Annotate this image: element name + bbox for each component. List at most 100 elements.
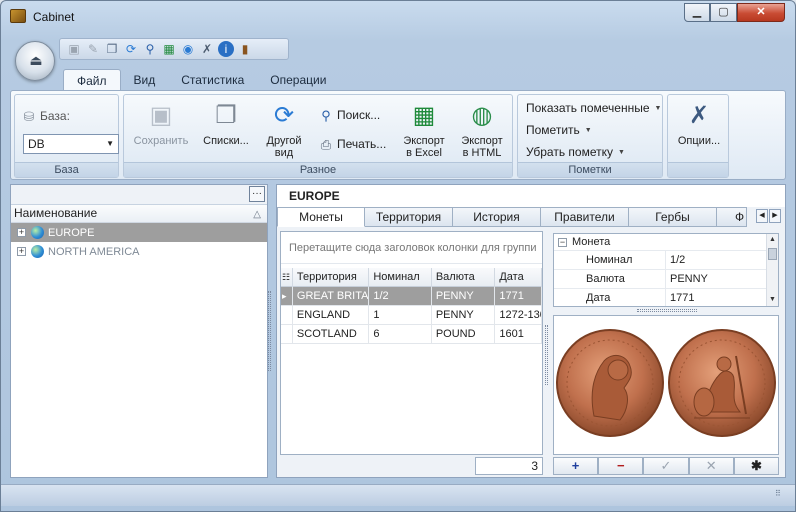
tree-column-header[interactable]: Наименование △ — [11, 205, 267, 223]
table-row[interactable]: SCOTLAND 6 POUND 1601 — [281, 325, 542, 344]
horizontal-splitter[interactable] — [637, 309, 697, 312]
mark-button[interactable]: Пометить ▼ — [526, 123, 592, 137]
scroll-down-icon[interactable]: ▼ — [767, 294, 778, 306]
export-html-icon[interactable]: ◉ — [180, 41, 196, 57]
property-category[interactable]: − Монета — [554, 234, 778, 251]
coin-image-panel — [553, 315, 779, 455]
table-row[interactable]: ENGLAND 1 PENNY 1272-130 — [281, 306, 542, 325]
grid-splitter[interactable] — [545, 325, 548, 385]
ribbon-group-options: ✗ Опции... — [667, 94, 729, 178]
tab-coats-of-arms[interactable]: Гербы — [629, 207, 717, 227]
save-icon[interactable]: ▣ — [66, 41, 82, 57]
export-excel-button[interactable]: ▦ Экспорт в Excel — [400, 101, 448, 159]
tab-coins[interactable]: Монеты — [277, 207, 365, 227]
floppy-disk-icon: ▣ — [149, 102, 173, 129]
property-row[interactable]: Валюта PENNY — [554, 270, 778, 289]
cell-currency[interactable]: POUND — [432, 325, 496, 344]
show-all-button[interactable]: ✱ — [733, 457, 780, 475]
show-marked-button[interactable]: Показать помеченные ▼ — [526, 101, 661, 115]
exit-door-icon[interactable]: ▮ — [237, 41, 253, 57]
tree-item-label: EUROPE — [48, 227, 95, 239]
chevron-down-icon: ▼ — [106, 139, 114, 148]
confirm-record-button[interactable]: ✓ — [643, 457, 689, 475]
group-by-hint[interactable]: Перетащите сюда заголовок колонки для гр… — [281, 232, 542, 264]
print-button[interactable]: ⎙ Печать... — [318, 137, 387, 153]
tab-scroll-arrows: ◀ ▶ — [756, 209, 781, 223]
column-chooser-icon[interactable]: ☷ — [281, 268, 293, 287]
lists-button[interactable]: ❐ Списки... — [198, 101, 254, 147]
cell-territory[interactable]: SCOTLAND — [293, 325, 370, 344]
tab-statistics[interactable]: Статистика — [168, 69, 257, 91]
cell-nominal[interactable]: 6 — [369, 325, 432, 344]
cell-nominal[interactable]: 1 — [369, 306, 432, 325]
chevron-left-icon[interactable]: ◀ — [756, 209, 768, 223]
cell-date[interactable]: 1272-130 — [495, 306, 542, 325]
scroll-up-icon[interactable]: ▲ — [767, 234, 778, 246]
tree-item-europe[interactable]: + EUROPE — [11, 223, 267, 242]
other-view-label-1: Другой — [266, 135, 302, 147]
property-key: Номинал — [554, 251, 666, 269]
delete-record-button[interactable]: − — [598, 457, 644, 475]
tree-item-north-america[interactable]: + NORTH AMERICA — [11, 242, 267, 261]
property-row[interactable]: Номинал 1/2 — [554, 251, 778, 270]
expand-icon[interactable]: + — [17, 247, 26, 257]
cell-currency[interactable]: PENNY — [432, 287, 496, 306]
cell-currency[interactable]: PENNY — [432, 306, 496, 325]
collapse-icon[interactable]: − — [558, 237, 567, 247]
cell-nominal[interactable]: 1/2 — [369, 287, 432, 306]
export-html-button[interactable]: ◍ Экспорт в HTML — [458, 101, 506, 159]
export-excel-label-1: Экспорт — [403, 135, 445, 147]
chevron-right-icon[interactable]: ▶ — [769, 209, 781, 223]
property-scrollbar[interactable]: ▲ ▼ — [766, 234, 778, 306]
unmark-button[interactable]: Убрать пометку ▼ — [526, 145, 625, 159]
application-menu-button[interactable]: ⏏ — [15, 41, 55, 81]
property-value[interactable]: 1771 — [666, 289, 766, 306]
export-excel-icon[interactable]: ▦ — [161, 41, 177, 57]
resize-grip-icon[interactable]: ⠿ — [775, 490, 787, 503]
row-indicator: ▸ — [281, 287, 293, 306]
other-view-button[interactable]: ⟳ Другой вид — [260, 101, 308, 159]
search-icon[interactable]: ⚲ — [142, 41, 158, 57]
cell-date[interactable]: 1601 — [495, 325, 542, 344]
tab-file[interactable]: Файл — [63, 69, 121, 91]
tab-partial[interactable]: Ф — [717, 207, 747, 227]
add-record-button[interactable]: + — [553, 457, 599, 475]
property-value[interactable]: PENNY — [666, 270, 766, 288]
tree-options-button[interactable]: ··· — [249, 186, 265, 202]
column-header-territory[interactable]: Территория — [293, 268, 370, 287]
refresh-icon[interactable]: ⟳ — [123, 41, 139, 57]
column-header-date[interactable]: Дата — [495, 268, 542, 287]
property-row[interactable]: Дата 1771 — [554, 289, 778, 306]
cell-date[interactable]: 1771 — [495, 287, 542, 306]
vertical-splitter[interactable] — [268, 291, 271, 371]
tab-history[interactable]: История — [453, 207, 541, 227]
cancel-record-button[interactable]: ✕ — [688, 457, 734, 475]
ribbon-group-misc: ▣ Сохранить ❐ Списки... ⟳ Другой вид ⚲ По… — [123, 94, 513, 178]
table-row[interactable]: ▸ GREAT BRITA 1/2 PENNY 1771 — [281, 287, 542, 306]
save-button[interactable]: ▣ Сохранить — [130, 101, 192, 147]
close-button[interactable]: ✕ — [737, 3, 785, 22]
minimize-button[interactable]: ▁ — [684, 3, 710, 22]
expand-icon[interactable]: + — [17, 228, 26, 238]
scroll-thumb[interactable] — [768, 248, 777, 260]
cell-territory[interactable]: ENGLAND — [293, 306, 370, 325]
tab-rulers[interactable]: Правители — [541, 207, 629, 227]
tab-territory[interactable]: Территория — [365, 207, 453, 227]
cell-territory[interactable]: GREAT BRITA — [293, 287, 370, 306]
info-icon[interactable]: i — [218, 41, 234, 57]
base-combo[interactable]: DB ▼ — [23, 134, 119, 154]
options-button[interactable]: ✗ Опции... — [672, 101, 726, 147]
tree-item-label: NORTH AMERICA — [48, 246, 140, 258]
group-label-marks: Пометки — [518, 162, 662, 177]
tools-icon[interactable]: ✗ — [199, 41, 215, 57]
column-header-nominal[interactable]: Номинал — [369, 268, 432, 287]
title-bar[interactable]: Cabinet ▁ ▢ ✕ — [1, 1, 795, 31]
property-value[interactable]: 1/2 — [666, 251, 766, 269]
tab-operations[interactable]: Операции — [257, 69, 339, 91]
pencil-icon[interactable]: ✎ — [85, 41, 101, 57]
maximize-button[interactable]: ▢ — [710, 3, 737, 22]
column-header-currency[interactable]: Валюта — [432, 268, 496, 287]
search-button[interactable]: ⚲ Поиск... — [318, 108, 380, 124]
tab-view[interactable]: Вид — [121, 69, 169, 91]
copy-icon[interactable]: ❐ — [104, 41, 120, 57]
